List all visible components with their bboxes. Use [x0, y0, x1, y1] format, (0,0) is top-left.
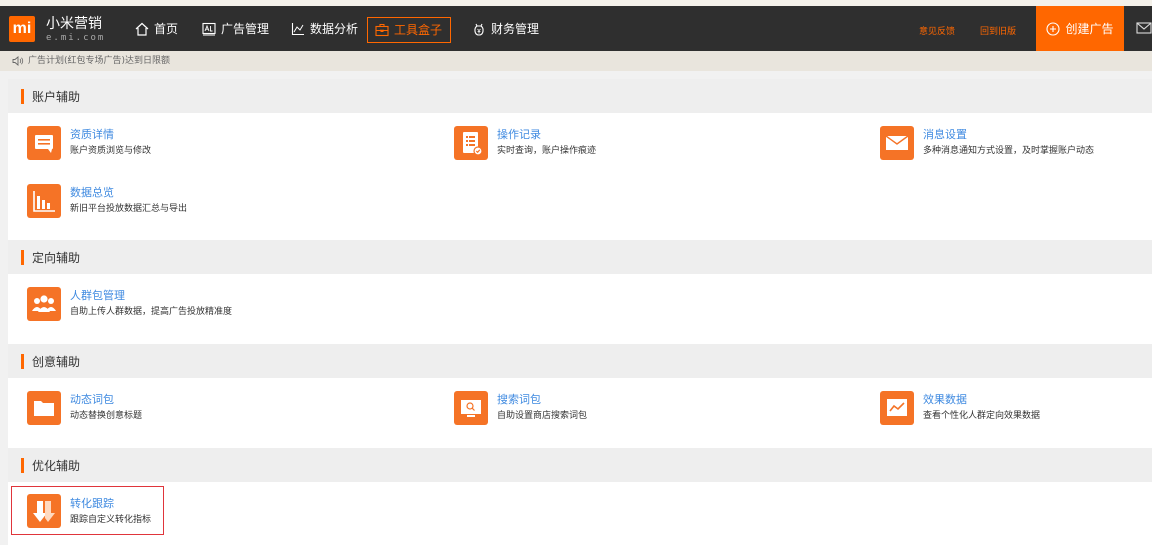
section-title: 创意辅助 [32, 354, 81, 369]
bar-chart-icon [27, 184, 61, 218]
section-title: 优化辅助 [32, 458, 81, 473]
section-accent-bar [21, 457, 24, 473]
nav-data-analysis[interactable]: 数据分析 [291, 18, 358, 40]
tool-desc: 跟踪自定义转化指标 [70, 515, 152, 525]
section-header-targeting: 定向辅助 [8, 240, 1152, 274]
notice-text: 广告计划(红包专场广告)达到日限额 [28, 56, 171, 66]
people-icon [27, 287, 61, 321]
envelope-icon [1136, 22, 1152, 34]
create-ad-label: 创建广告 [1065, 22, 1114, 36]
record-icon [454, 126, 488, 160]
section-accent-bar [21, 88, 24, 104]
message-button[interactable] [1136, 20, 1152, 36]
tool-dynamic-wordpack[interactable]: 动态词包 动态替换创意标题 [27, 391, 327, 431]
tool-name: 消息设置 [923, 128, 967, 141]
toolbox-icon [375, 24, 389, 37]
nav-ad-management-label: 广告管理 [221, 22, 270, 36]
tool-desc: 多种消息通知方式设置，及时掌握账户动态 [923, 146, 1095, 156]
section-accent-bar [21, 353, 24, 369]
section-body-creative: 动态词包 动态替换创意标题 搜索词包 自助设置商店搜索词包 效果数据 查看个性化… [8, 378, 1152, 448]
tool-name: 效果数据 [923, 393, 967, 406]
tool-desc: 动态替换创意标题 [70, 411, 143, 421]
create-ad-button[interactable]: 创建广告 [1036, 6, 1124, 51]
tool-search-wordpack[interactable]: 搜索词包 自助设置商店搜索词包 [454, 391, 754, 431]
nav-toolbox-label: 工具盒子 [394, 23, 443, 37]
nav-ad-management[interactable]: 广告管理 [202, 18, 269, 40]
nav-data-analysis-label: 数据分析 [310, 22, 359, 36]
tool-desc: 新旧平台投放数据汇总与导出 [70, 204, 188, 214]
tool-desc: 实时查询，账户操作痕迹 [497, 146, 597, 156]
tool-conversion-tracking[interactable]: 转化跟踪 跟踪自定义转化指标 [11, 486, 164, 535]
mail-icon [880, 126, 914, 160]
section-header-creative: 创意辅助 [8, 344, 1152, 378]
section-title: 定向辅助 [32, 250, 81, 265]
section-title: 账户辅助 [32, 89, 81, 104]
tool-operation-record[interactable]: 操作记录 实时查询，账户操作痕迹 [454, 126, 754, 166]
tool-name: 转化跟踪 [70, 497, 114, 510]
nav-finance[interactable]: 财务管理 [472, 18, 539, 40]
tool-name: 操作记录 [497, 128, 541, 141]
search-screen-icon [454, 391, 488, 425]
tool-audience-management[interactable]: 人群包管理 自助上传人群数据，提高广告投放精准度 [27, 287, 327, 327]
folder-icon [27, 391, 61, 425]
tool-name: 人群包管理 [70, 289, 125, 302]
old-version-link[interactable]: 回到旧版 [980, 26, 1016, 38]
section-accent-bar [21, 249, 24, 265]
conversion-icon [27, 494, 61, 528]
tool-effect-data[interactable]: 效果数据 查看个性化人群定向效果数据 [880, 391, 1140, 431]
speaker-icon [12, 56, 24, 66]
nav-home-label: 首页 [154, 22, 179, 36]
tool-desc: 自助上传人群数据，提高广告投放精准度 [70, 307, 233, 317]
plus-circle-icon [1046, 21, 1061, 36]
nav-toolbox[interactable]: 工具盒子 [367, 17, 452, 43]
mi-logo[interactable]: mi [9, 16, 35, 42]
tool-desc: 账户资质浏览与修改 [70, 146, 152, 156]
nav-home[interactable]: 首页 [135, 18, 178, 40]
tool-data-overview[interactable]: 数据总览 新旧平台投放数据汇总与导出 [27, 184, 327, 224]
nav-finance-label: 财务管理 [491, 22, 540, 36]
home-icon [135, 22, 149, 36]
tool-message-settings[interactable]: 消息设置 多种消息通知方式设置，及时掌握账户动态 [880, 126, 1140, 166]
license-icon [27, 126, 61, 160]
tool-desc: 自助设置商店搜索词包 [497, 411, 588, 421]
tool-name: 数据总览 [70, 186, 114, 199]
section-header-optimization: 优化辅助 [8, 448, 1152, 482]
tool-name: 资质详情 [70, 128, 114, 141]
finance-icon [474, 23, 484, 36]
tool-desc: 查看个性化人群定向效果数据 [923, 411, 1041, 421]
trend-icon [880, 391, 914, 425]
chart-icon [291, 23, 304, 36]
notice-bar: 广告计划(红包专场广告)达到日限额 [0, 51, 1152, 71]
section-body-optimization: 转化跟踪 跟踪自定义转化指标 [8, 482, 1152, 545]
feedback-link[interactable]: 意见反馈 [919, 26, 955, 38]
ad-icon [202, 22, 216, 36]
tool-name: 动态词包 [70, 393, 114, 406]
tool-name: 搜索词包 [497, 393, 541, 406]
logo-title[interactable]: 小米营销 [46, 16, 102, 32]
section-body-account: 资质详情 账户资质浏览与修改 操作记录 实时查询，账户操作痕迹 消息设置 多种消… [8, 113, 1152, 240]
top-navbar: mi 小米营销 e.mi.com 首页 广告管理 数据分析 工具盒子 财务管理 … [0, 6, 1152, 51]
section-header-account: 账户辅助 [8, 79, 1152, 113]
tool-license-detail[interactable]: 资质详情 账户资质浏览与修改 [27, 126, 327, 166]
section-body-targeting: 人群包管理 自助上传人群数据，提高广告投放精准度 [8, 274, 1152, 344]
logo-subtitle: e.mi.com [46, 33, 106, 43]
